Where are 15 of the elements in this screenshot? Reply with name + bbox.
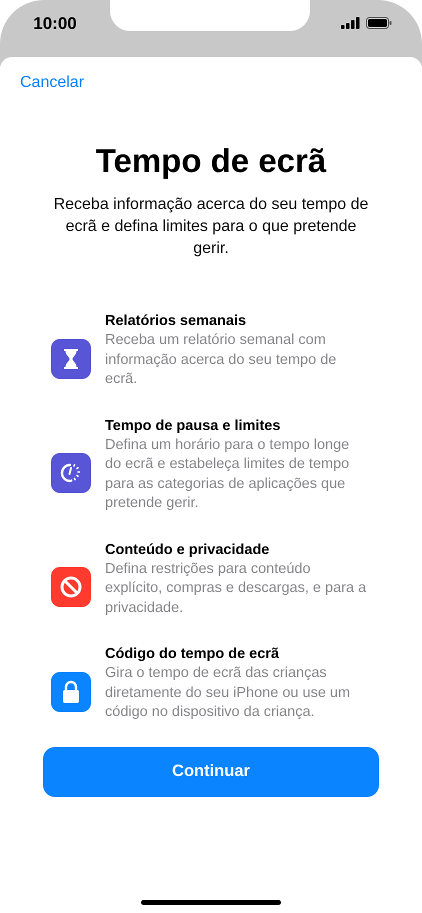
feature-description: Defina restrições para conteúdo explícito, compras e descargas, e para a privacidade. xyxy=(105,560,367,618)
status-time: 10:00 xyxy=(32,14,78,34)
feature-description: Receba um relatório semanal com informação acerca do seu tempo de ecrã. xyxy=(105,331,338,389)
page-subtitle: Receba informação acerca do seu tempo de ecrã e defina limites para o que pretende gerir. xyxy=(52,195,370,259)
feature-description: Gira o tempo de ecrã das crianças diretamente do seu iPhone ou use um código no dispositivo da criança. xyxy=(105,664,352,722)
feature-title: Conteúdo e privacidade xyxy=(105,540,270,560)
continue-button[interactable]: Continuar xyxy=(43,746,379,796)
feature-title: Tempo de pausa e limites xyxy=(105,416,282,436)
feature-description: Defina um horário para o tempo longe do ecrã e estabeleça limites de tempo para as categorias de aplicações que pretende gerir. xyxy=(105,436,350,513)
feature-title: Relatórios semanais xyxy=(105,312,248,331)
battery-icon xyxy=(366,17,392,29)
cancel-link[interactable]: Cancelar xyxy=(20,74,84,91)
signal-icon xyxy=(340,17,360,29)
feature-title: Código do tempo de ecrã xyxy=(105,645,280,664)
page-title: Tempo de ecrã xyxy=(96,142,326,180)
